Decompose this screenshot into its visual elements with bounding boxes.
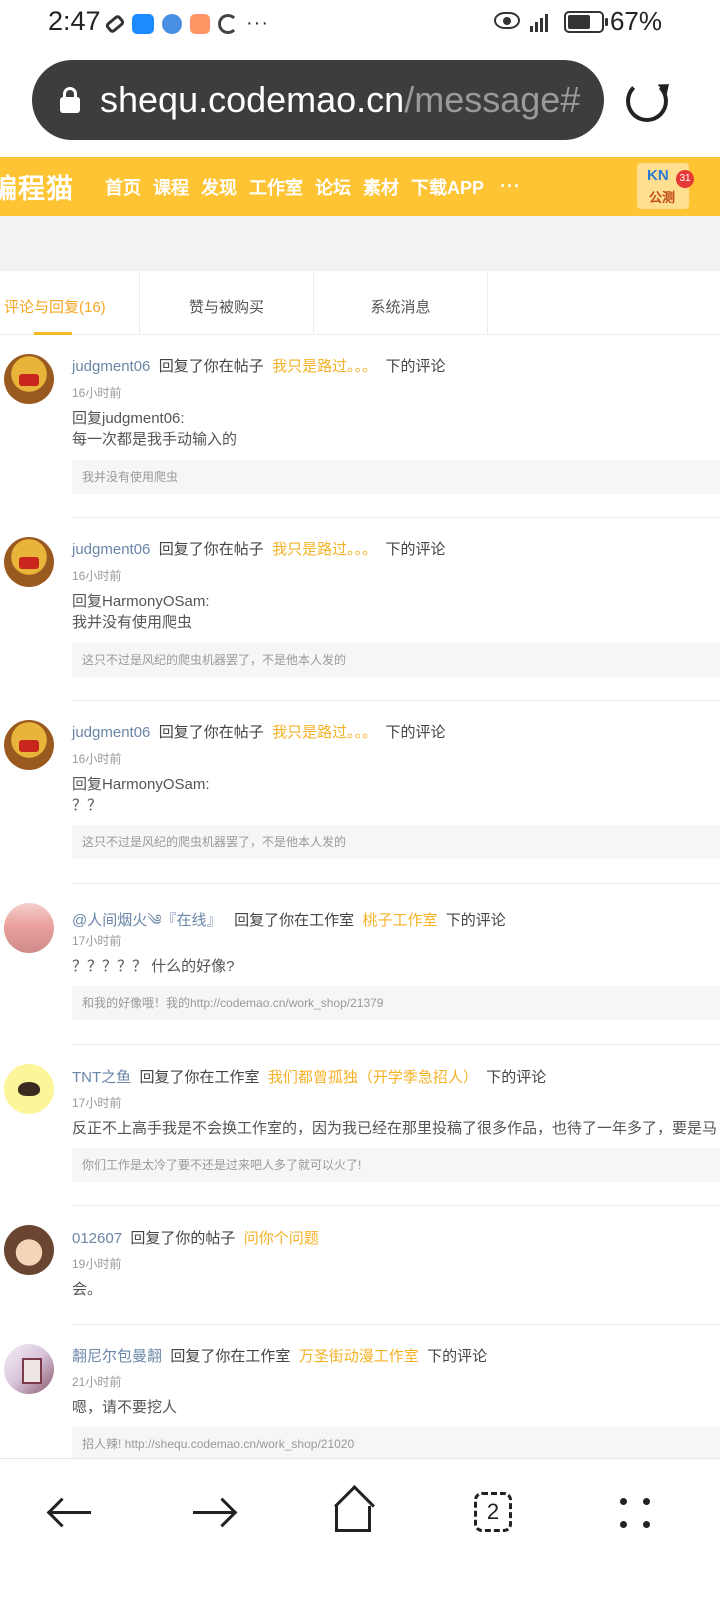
avatar[interactable] xyxy=(4,1064,54,1114)
divider xyxy=(72,700,720,701)
message-username[interactable]: @人间烟火༄『在线』 xyxy=(72,912,222,929)
message-target-link[interactable]: 桃子工作室 xyxy=(362,912,437,929)
divider xyxy=(72,1044,720,1045)
nav-download-app[interactable]: 下载APP xyxy=(411,174,484,200)
home-icon[interactable] xyxy=(328,1488,378,1538)
quoted-comment: 这只不过是风纪的爬虫机器罢了，不是他本人发的 xyxy=(72,643,720,677)
address-bar[interactable]: shequ.codemao.cn/message# xyxy=(32,60,604,140)
message-body: ？？？？？ 什么的好像? xyxy=(72,958,235,975)
message-time: 19小时前 xyxy=(72,1257,122,1271)
message-target-link[interactable]: 万圣街动漫工作室 xyxy=(299,1348,419,1365)
message-username[interactable]: judgment06 xyxy=(72,358,150,375)
nav-courses[interactable]: 课程 xyxy=(153,174,189,200)
message-target-link[interactable]: 我们都曾孤独（开学季急招人） xyxy=(268,1069,478,1086)
message-body: 回复HarmonyOSam: 我并没有使用爬虫 xyxy=(72,593,210,631)
notification-badge: 31 xyxy=(676,170,694,188)
message-target-link[interactable]: 我只是路过。。。 xyxy=(272,724,377,741)
forward-icon[interactable] xyxy=(188,1488,238,1538)
tab-system-messages[interactable]: 系统消息 xyxy=(314,271,488,335)
battery-icon xyxy=(564,11,608,33)
divider xyxy=(72,1205,720,1206)
divider xyxy=(72,517,720,518)
message-body: 回复HarmonyOSam:？？ xyxy=(72,776,210,814)
divider xyxy=(72,1324,720,1325)
message-username[interactable]: judgment06 xyxy=(72,724,150,741)
message-body: 回复judgment06: 每一次都是我手动输入的 xyxy=(72,410,238,448)
quoted-comment: 我并没有使用爬虫 xyxy=(72,460,720,494)
quoted-comment: 你们工作是太冷了要不还是过来吧人多了就可以火了! xyxy=(72,1148,720,1182)
avatar[interactable] xyxy=(4,1344,54,1394)
message-time: 17小时前 xyxy=(72,934,122,948)
nav-discover[interactable]: 发现 xyxy=(201,174,237,200)
message-body: 反正不上高手我是不会换工作室的，因为我已经在那里投稿了很多作品，也待了一年多了，… xyxy=(72,1120,718,1137)
quoted-comment: 招人辣! http://shequ.codemao.cn/work_shop/2… xyxy=(72,1427,720,1461)
site-navbar: 编程猫 首页 课程 发现 工作室 论坛 素材 下载APP ··· xyxy=(0,157,720,216)
browser-notification-icon xyxy=(162,13,182,34)
avatar[interactable] xyxy=(4,720,54,770)
back-icon[interactable] xyxy=(46,1488,96,1538)
message-username[interactable]: 012607 xyxy=(72,1230,122,1247)
tabs-switcher-button[interactable]: 2 xyxy=(468,1488,518,1538)
message-time: 21小时前 xyxy=(72,1375,122,1389)
app-notification-icon xyxy=(132,13,154,34)
message-target-link[interactable]: 我只是路过。。。 xyxy=(272,541,377,558)
link-icon xyxy=(104,13,126,34)
avatar[interactable] xyxy=(4,537,54,587)
message-time: 16小时前 xyxy=(72,752,122,766)
tab-count: 2 xyxy=(474,1492,512,1532)
battery-percent: 67% xyxy=(609,6,662,36)
nav-home[interactable]: 首页 xyxy=(105,174,141,200)
status-bar: 2:47 ··· 67% xyxy=(0,0,720,46)
message-time: 16小时前 xyxy=(72,386,122,400)
tab-likes-purchases[interactable]: 赞与被购买 xyxy=(140,271,314,335)
message-tabs: 评论与回复(16) 赞与被购买 系统消息 xyxy=(0,271,720,335)
nav-materials[interactable]: 素材 xyxy=(363,174,399,200)
message-time: 17小时前 xyxy=(72,1096,122,1110)
avatar[interactable] xyxy=(4,903,54,953)
nav-forum[interactable]: 论坛 xyxy=(315,174,351,200)
message-target-link[interactable]: 问你个问题 xyxy=(244,1230,319,1247)
nav-studio[interactable]: 工作室 xyxy=(249,174,303,200)
divider xyxy=(72,883,720,884)
menu-icon[interactable] xyxy=(610,1488,660,1538)
quoted-comment: 和我的好像哦！我的http://codemao.cn/work_shop/213… xyxy=(72,986,720,1020)
loading-icon xyxy=(218,13,238,34)
url-text[interactable]: shequ.codemao.cn/message# xyxy=(100,79,580,121)
quoted-comment: 这只不过是风纪的爬虫机器罢了，不是他本人发的 xyxy=(72,825,720,859)
more-notifications-icon: ··· xyxy=(246,12,269,34)
avatar[interactable] xyxy=(4,354,54,404)
nav-more[interactable]: ··· xyxy=(500,176,521,197)
status-time: 2:47 xyxy=(48,6,101,36)
lock-icon[interactable] xyxy=(60,87,80,113)
notification-icons: ··· xyxy=(104,12,269,35)
signal-icon xyxy=(530,12,548,32)
message-username[interactable]: 翿尼尔包曼翿 xyxy=(72,1348,162,1365)
message-target-link[interactable]: 我只是路过。。。 xyxy=(272,358,377,375)
message-username[interactable]: TNT之鱼 xyxy=(72,1069,131,1086)
avatar[interactable] xyxy=(4,1225,54,1275)
video-notification-icon xyxy=(190,13,210,34)
tab-comments-replies[interactable]: 评论与回复(16) xyxy=(0,271,140,335)
header-spacer xyxy=(0,216,720,271)
message-time: 16小时前 xyxy=(72,569,122,583)
eye-icon xyxy=(494,12,520,29)
message-body: 嗯，请不要挖人 xyxy=(72,1399,178,1416)
reload-icon[interactable] xyxy=(626,80,668,122)
message-body: 会。 xyxy=(72,1281,103,1298)
site-logo[interactable]: 编程猫 xyxy=(0,167,93,206)
message-username[interactable]: judgment06 xyxy=(72,541,150,558)
